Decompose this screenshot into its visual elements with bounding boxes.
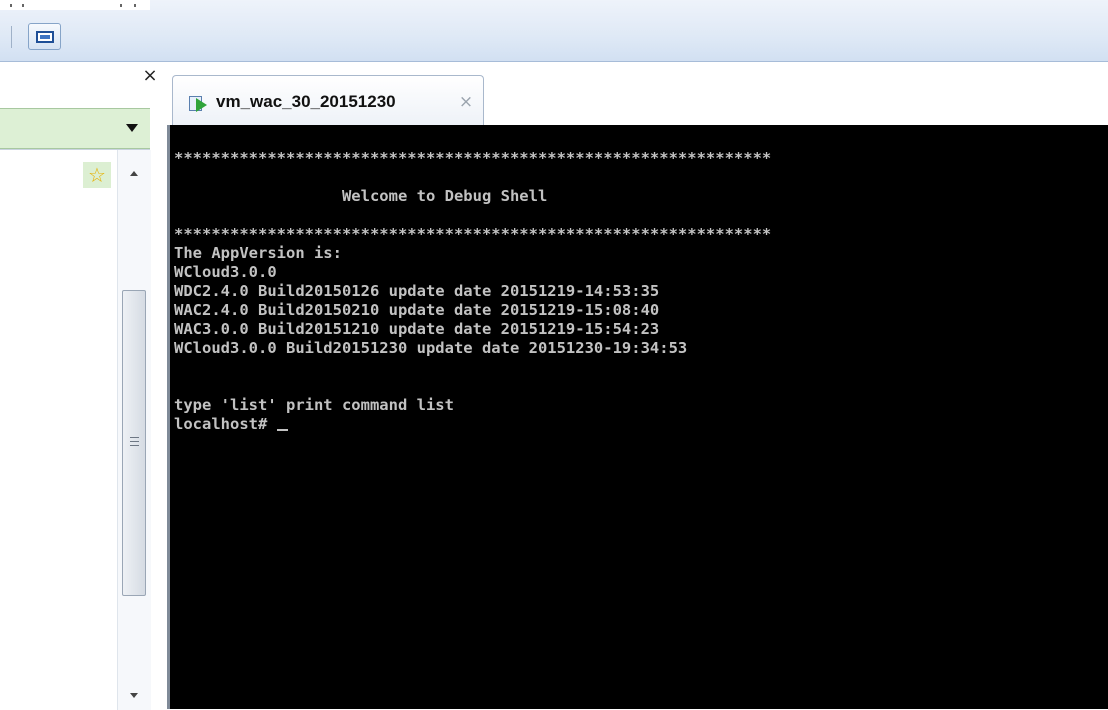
tab-title: vm_wac_30_20151230 [216,92,396,111]
star-icon[interactable]: ☆ [83,162,111,188]
console-line: ****************************************… [174,149,772,167]
tab-close-button[interactable]: × [457,90,475,114]
top-toolbar [0,0,1108,62]
scroll-up-icon[interactable] [118,164,151,186]
toolbar-separator [11,26,12,48]
scrollbar-grip-icon [130,437,139,447]
inventory-sidebar: × ☆ [0,62,167,710]
console-output-lines: ****************************************… [174,149,771,414]
vm-running-icon [189,94,209,112]
console-line: WAC2.4.0 Build20150210 update date 20151… [174,301,660,319]
sidebar-view-dropdown[interactable] [0,108,150,149]
console-line: WCloud3.0.0 [174,263,277,281]
chevron-down-icon [126,124,138,132]
sidebar-close-button[interactable]: × [140,66,160,86]
scroll-down-icon[interactable] [118,684,151,706]
vm-console-screen[interactable]: ****************************************… [167,125,1108,709]
scrollbar-thumb[interactable] [122,290,146,596]
console-view-button[interactable] [28,23,61,50]
console-view-icon [36,31,54,43]
console-prompt: localhost# [174,415,277,433]
sidebar-tree-list: ☆ [0,149,151,710]
console-line: WAC3.0.0 Build20151210 update date 20151… [174,320,660,338]
console-line: WDC2.4.0 Build20150126 update date 20151… [174,282,660,300]
console-line: Welcome to Debug Shell [341,187,548,205]
menu-strip-remnant [0,0,150,10]
console-line: WCloud3.0.0 Build20151230 update date 20… [174,339,688,357]
document-tab-bar: vm_wac_30_20151230 × [167,62,1108,125]
console-output: ****************************************… [174,149,771,434]
console-line: ****************************************… [174,225,772,243]
sidebar-scrollbar[interactable] [117,150,151,710]
tab-vm-console[interactable]: vm_wac_30_20151230 × [172,75,484,125]
console-line: type 'list' print command list [174,396,454,414]
console-line: The AppVersion is: [174,244,342,262]
text-cursor [276,429,288,431]
